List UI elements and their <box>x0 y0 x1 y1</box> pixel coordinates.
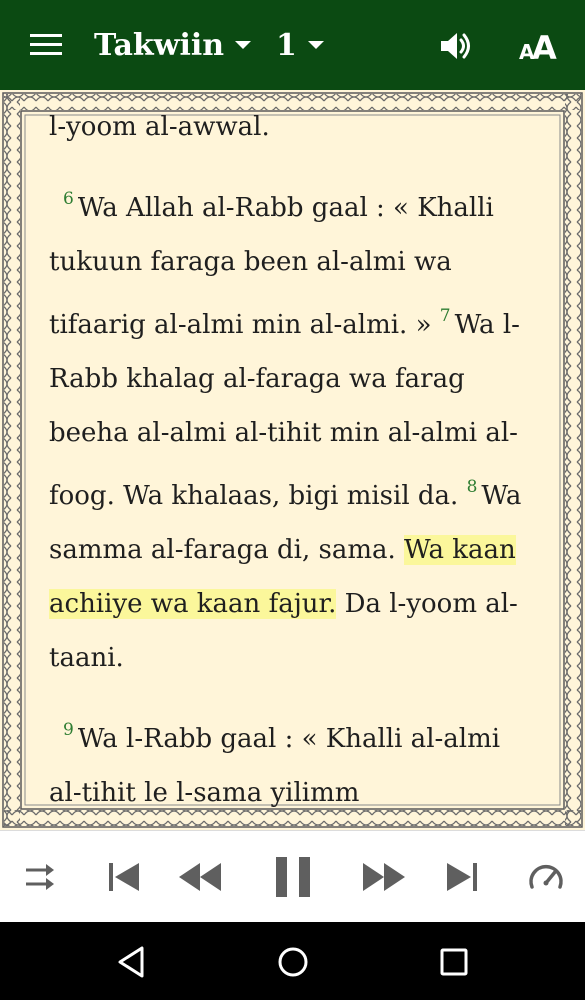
back-icon[interactable] <box>112 942 152 982</box>
verse-number[interactable]: 9 <box>63 720 74 740</box>
verse-text: Wa l-Rabb khalag al-faraga wa farag beeh… <box>49 310 520 511</box>
skip-previous-icon[interactable] <box>104 855 144 899</box>
verse-text: Wa l-Rabb gaal : « Khalli al-almi al-tih… <box>49 724 501 808</box>
playback-speed-icon[interactable] <box>526 855 566 899</box>
svg-text:A: A <box>532 29 557 66</box>
verse-number[interactable]: 7 <box>440 306 451 326</box>
verse-text: Wa Allah al-Rabb gaal : « Khalli tukuun … <box>49 193 494 340</box>
scripture-text: l-yoom al-awwal. 6 Wa Allah al-Rabb gaal … <box>49 100 529 824</box>
chapter-label: 1 <box>276 27 297 63</box>
text-size-icon[interactable]: A A <box>518 26 562 67</box>
home-icon[interactable] <box>273 942 313 982</box>
paragraph: l-yoom al-awwal. <box>49 100 529 154</box>
verse-text: l-yoom al-awwal. <box>49 112 270 142</box>
rewind-icon[interactable] <box>176 855 224 899</box>
speaker-icon[interactable] <box>436 26 476 66</box>
chevron-down-icon <box>307 36 325 55</box>
app-bar: Takwiin 1 A A <box>0 0 585 90</box>
repeat-mode-icon[interactable] <box>20 855 60 899</box>
reading-pane[interactable]: l-yoom al-awwal. 6 Wa Allah al-Rabb gaal … <box>0 90 585 830</box>
pause-icon[interactable] <box>272 855 316 899</box>
paragraph: 6 Wa Allah al-Rabb gaal : « Khalli tukuun… <box>49 172 529 685</box>
verse-number[interactable]: 8 <box>467 477 478 497</box>
chapter-selector[interactable]: 1 <box>276 22 325 68</box>
menu-icon[interactable] <box>22 28 68 64</box>
paragraph: 9 Wa l-Rabb gaal : « Khalli al-almi al-ti… <box>49 703 529 820</box>
recents-icon[interactable] <box>434 942 474 982</box>
system-nav-bar <box>0 922 585 1000</box>
book-label: Takwiin <box>94 27 225 63</box>
chevron-down-icon <box>234 36 252 55</box>
audio-player-bar <box>0 830 585 922</box>
verse-number[interactable]: 6 <box>63 189 74 209</box>
fast-forward-icon[interactable] <box>360 855 408 899</box>
skip-next-icon[interactable] <box>442 855 482 899</box>
book-selector[interactable]: Takwiin <box>94 22 252 68</box>
